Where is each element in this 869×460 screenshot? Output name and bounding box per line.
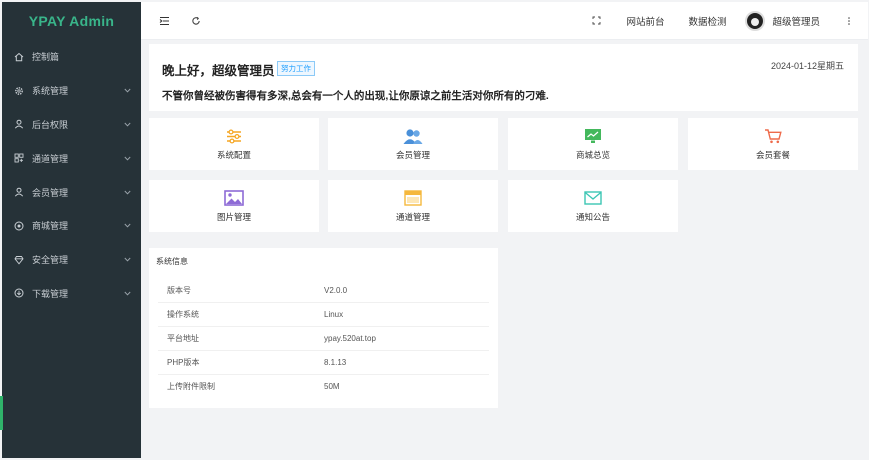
info-key: 操作系统 — [167, 309, 199, 319]
mail-icon — [582, 189, 604, 207]
shortcut-channel-manage[interactable]: 通道管理 — [328, 180, 498, 232]
shortcut-member-package[interactable]: 会员套餐 — [688, 118, 858, 170]
shortcut-shop-overview[interactable]: 商城总览 — [508, 118, 678, 170]
image-icon — [223, 189, 245, 207]
panel-title: 系统信息 — [156, 257, 188, 266]
sidebar-item-label: 会员管理 — [32, 187, 69, 198]
data-check-link[interactable]: 数据检测 — [677, 2, 737, 40]
avatar — [745, 10, 766, 31]
top-bar: 网站前台 数据检测 超级管理员 — [141, 2, 868, 40]
sidebar-item-label: 控制篇 — [32, 52, 60, 63]
sidebar-item-security[interactable]: 安全管理 — [2, 243, 141, 277]
menu-collapse-icon[interactable] — [147, 2, 181, 40]
channel-icon — [14, 153, 24, 163]
shortcut-image-manage[interactable]: 图片管理 — [149, 180, 319, 232]
sidebar-item-download[interactable]: 下载管理 — [2, 277, 141, 311]
current-date: 2024-01-12星期五 — [770, 61, 844, 71]
shortcut-notice[interactable]: 通知公告 — [508, 180, 678, 232]
user-icon — [14, 119, 24, 130]
chevron-down-icon — [123, 188, 131, 196]
shortcut-label: 图片管理 — [216, 212, 251, 222]
sidebar-menu: 控制篇 系统管理 后台权限 通道管理 会员管理 商城管理 安全管理 下载管理 — [2, 40, 141, 310]
shortcut-member[interactable]: 会员管理 — [328, 118, 498, 170]
sidebar-item-label: 后台权限 — [32, 119, 69, 130]
sidebar-item-label: 下载管理 — [32, 288, 69, 299]
sidebar-item-label: 通道管理 — [32, 153, 69, 164]
more-vertical-icon[interactable] — [834, 2, 864, 40]
users-icon — [402, 127, 424, 145]
shortcut-label: 商城总览 — [575, 150, 610, 160]
info-value: ypay.520at.top — [324, 333, 376, 343]
sidebar-item-label: 安全管理 — [32, 255, 69, 266]
shortcut-label: 通道管理 — [395, 212, 430, 222]
sidebar-item-channel[interactable]: 通道管理 — [2, 141, 141, 175]
user-icon — [14, 187, 24, 197]
shop-icon — [14, 221, 24, 231]
sidebar-item-label: 商城管理 — [32, 221, 69, 232]
shortcut-label: 系统配置 — [216, 150, 251, 160]
info-value: 8.1.13 — [324, 357, 347, 367]
sidebar-item-admin-permission[interactable]: 后台权限 — [2, 108, 141, 142]
sidebar-item-member[interactable]: 会员管理 — [2, 175, 141, 209]
system-info-panel: 系统信息 版本号 V2.0.0 操作系统 Linux 平台地址 ypay.520… — [149, 248, 498, 408]
sidebar-item-dashboard[interactable]: 控制篇 — [2, 40, 141, 74]
chevron-down-icon — [123, 289, 131, 297]
table-row: 上传附件限制 50M — [158, 375, 489, 399]
sidebar: YPAY Admin 控制篇 系统管理 后台权限 通道管理 会员管理 商城管理 … — [2, 2, 141, 458]
sidebar-item-shop[interactable]: 商城管理 — [2, 209, 141, 243]
info-value: 50M — [324, 382, 340, 392]
user-menu[interactable]: 超级管理员 — [745, 2, 828, 40]
chevron-down-icon — [123, 154, 131, 162]
shortcut-label: 会员管理 — [395, 150, 430, 160]
cart-icon — [762, 127, 784, 145]
gear-icon — [14, 86, 24, 96]
chevron-down-icon — [123, 256, 131, 264]
chart-monitor-icon — [582, 127, 604, 145]
info-value: Linux — [324, 309, 344, 319]
table-row: PHP版本 8.1.13 — [158, 351, 489, 375]
status-badge: 努力工作 — [277, 61, 315, 76]
browser-window-icon — [402, 189, 424, 207]
table-row: 操作系统 Linux — [158, 303, 489, 327]
info-key: 上传附件限制 — [167, 382, 215, 392]
greeting-title: 晚上好，超级管理员 — [162, 64, 275, 78]
info-key: PHP版本 — [167, 357, 200, 367]
motto-text: 不管你曾经被伤害得有多深,总会有一个人的出现,让你原谅之前生活对你所有的刁难. — [162, 90, 549, 102]
scroll-indicator[interactable] — [0, 396, 3, 430]
settings-sliders-icon — [223, 127, 245, 145]
chevron-down-icon — [123, 120, 131, 128]
diamond-icon — [14, 255, 24, 265]
refresh-icon[interactable] — [181, 2, 211, 40]
welcome-card: 晚上好，超级管理员 努力工作 2024-01-12星期五 不管你曾经被伤害得有多… — [149, 44, 858, 111]
table-row: 版本号 V2.0.0 — [158, 279, 489, 303]
info-key: 平台地址 — [167, 333, 199, 343]
download-icon — [14, 288, 24, 298]
user-name: 超级管理员 — [772, 16, 820, 28]
home-icon — [14, 52, 24, 62]
sidebar-item-system[interactable]: 系统管理 — [2, 74, 141, 108]
sidebar-item-label: 系统管理 — [32, 86, 69, 97]
table-row: 平台地址 ypay.520at.top — [158, 327, 489, 351]
app-logo[interactable]: YPAY Admin — [2, 2, 141, 40]
site-frontend-link[interactable]: 网站前台 — [615, 2, 675, 40]
chevron-down-icon — [123, 87, 131, 95]
fullscreen-icon[interactable] — [585, 2, 607, 40]
chevron-down-icon — [123, 222, 131, 230]
shortcut-label: 通知公告 — [575, 212, 610, 222]
info-value: V2.0.0 — [324, 285, 348, 295]
shortcut-system-config[interactable]: 系统配置 — [149, 118, 319, 170]
shortcut-label: 会员套餐 — [755, 150, 790, 160]
info-key: 版本号 — [167, 285, 191, 295]
